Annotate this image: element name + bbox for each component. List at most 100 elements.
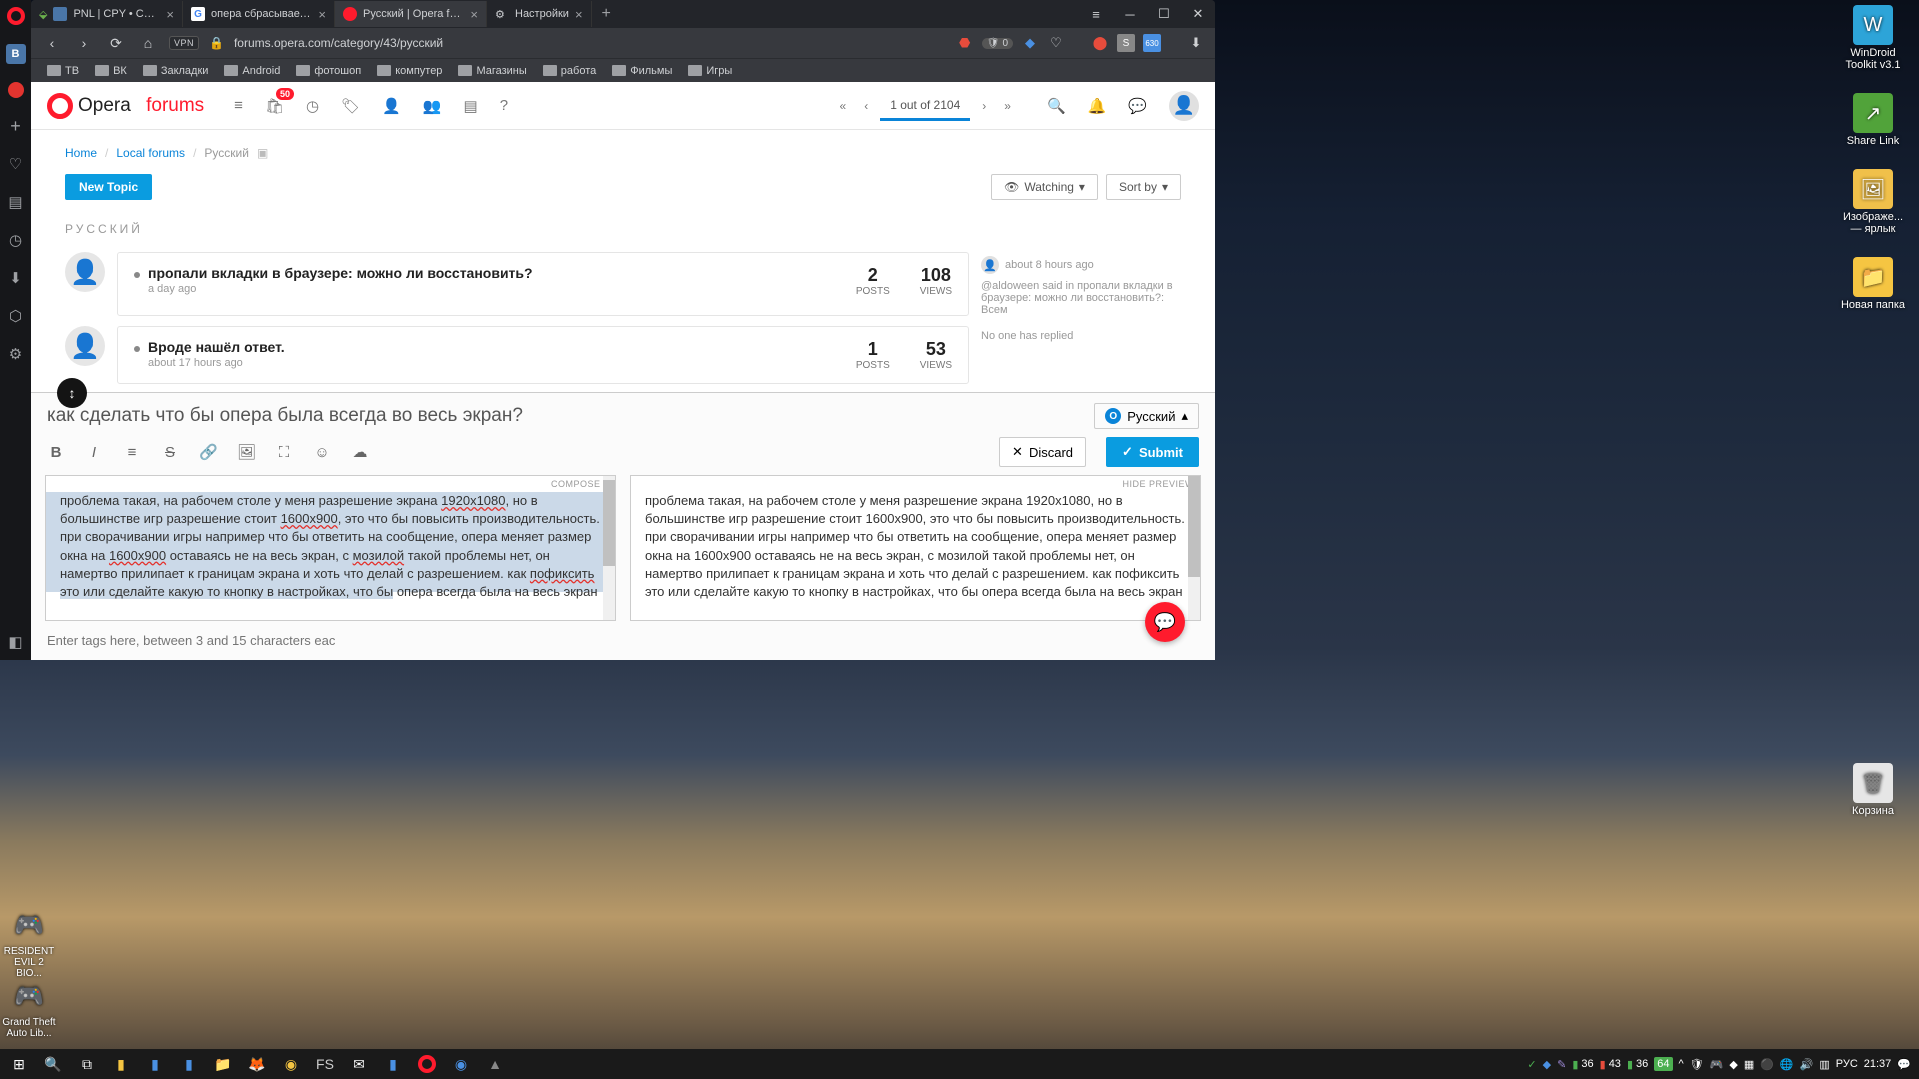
bookmark-item[interactable]: ВК xyxy=(89,63,133,79)
adblock-icon[interactable]: ⬣ xyxy=(956,34,974,52)
mail-icon[interactable]: ✉ xyxy=(342,1049,376,1079)
topic-title[interactable]: Вроде нашёл ответ. xyxy=(134,339,836,355)
ext-icon[interactable]: 630 xyxy=(1143,34,1161,52)
tray-icon[interactable]: ◆ xyxy=(1729,1058,1737,1071)
search-icon[interactable]: 🔍 xyxy=(1047,97,1066,115)
downloads-icon[interactable]: ⬇ xyxy=(6,268,26,288)
image-icon[interactable]: 🖼 xyxy=(237,443,255,461)
watching-dropdown[interactable]: 👁Watching▾ xyxy=(991,174,1098,200)
taskbar-app[interactable]: ◉ xyxy=(444,1049,478,1079)
tray-overflow-icon[interactable]: ^ xyxy=(1679,1058,1684,1070)
desktop-shortcut[interactable]: 🎮Grand Theft Auto Lib... xyxy=(1,976,57,1039)
topic-title[interactable]: пропали вкладки в браузере: можно ли вос… xyxy=(134,265,836,281)
desktop-shortcut[interactable]: 🎮RESIDENT EVIL 2 BIO... xyxy=(1,905,57,979)
close-tab-icon[interactable]: × xyxy=(575,7,583,22)
cpu-temp[interactable]: ▮36 xyxy=(1572,1058,1593,1071)
easy-setup-icon[interactable]: ≡ xyxy=(1079,0,1113,28)
browser-tab-active[interactable]: Русский | Opera forums× xyxy=(335,1,487,27)
scrollbar[interactable] xyxy=(603,476,615,620)
taskbar-app[interactable]: ▮ xyxy=(104,1049,138,1079)
list-icon[interactable]: ≡ xyxy=(123,444,141,461)
notification-dot-icon[interactable] xyxy=(8,82,24,98)
topic-avatar[interactable]: 👤 xyxy=(65,326,105,366)
taskbar-app[interactable]: ▮ xyxy=(172,1049,206,1079)
unread-icon[interactable]: 🛍50 xyxy=(265,97,284,115)
chrome-icon[interactable]: ◉ xyxy=(274,1049,308,1079)
breadcrumb-home[interactable]: Home xyxy=(65,146,97,160)
composer-title-input[interactable] xyxy=(47,405,1082,427)
task-view-button[interactable]: ⧉ xyxy=(70,1049,104,1079)
close-tab-icon[interactable]: × xyxy=(166,7,174,22)
chat-icon[interactable]: 💬 xyxy=(1128,97,1147,115)
help-icon[interactable]: ? xyxy=(500,97,508,114)
expand-icon[interactable]: ⛶ xyxy=(275,444,293,461)
news-icon[interactable]: ▤ xyxy=(6,192,26,212)
extensions-icon[interactable]: ⬡ xyxy=(6,306,26,326)
taskbar-app[interactable]: ▮ xyxy=(376,1049,410,1079)
upload-icon[interactable]: ☁ xyxy=(351,443,369,461)
network-icon[interactable]: 🌐 xyxy=(1780,1058,1794,1071)
minimize-button[interactable]: ─ xyxy=(1113,0,1147,28)
lock-icon[interactable]: 🔒 xyxy=(209,36,224,50)
compose-textarea[interactable]: проблема такая, на рабочем столе у меня … xyxy=(46,492,615,620)
forward-button[interactable]: › xyxy=(73,32,95,54)
bell-icon[interactable]: 🔔 xyxy=(1088,97,1107,115)
bookmark-item[interactable]: Android xyxy=(218,63,286,79)
blocked-count[interactable]: 🛡 0 xyxy=(982,38,1013,49)
search-button[interactable]: 🔍 xyxy=(36,1049,70,1079)
home-button[interactable]: ⌂ xyxy=(137,32,159,54)
page-last-icon[interactable]: » xyxy=(998,95,1017,117)
desktop-shortcut[interactable]: ↗Share Link xyxy=(1837,93,1909,147)
recent-icon[interactable]: ◷ xyxy=(306,97,319,115)
start-button[interactable]: ⊞ xyxy=(2,1049,36,1079)
submit-button[interactable]: ✓Submit xyxy=(1106,437,1199,467)
back-button[interactable]: ‹ xyxy=(41,32,63,54)
new-topic-button[interactable]: New Topic xyxy=(65,174,152,200)
link-icon[interactable]: 🔗 xyxy=(199,443,217,461)
tray-icon[interactable]: ◆ xyxy=(1543,1058,1551,1071)
groups-icon[interactable]: 👥 xyxy=(423,97,442,115)
recycle-bin[interactable]: 🗑Корзина xyxy=(1837,763,1909,817)
bookmark-item[interactable]: работа xyxy=(537,63,602,79)
emoji-icon[interactable]: ☺ xyxy=(313,444,331,461)
composer-resize-handle[interactable]: ↕ xyxy=(57,378,87,408)
volume-icon[interactable]: 🔊 xyxy=(1800,1058,1814,1071)
chat-fab[interactable]: 💬 xyxy=(1145,602,1185,642)
settings-icon[interactable]: ⚙ xyxy=(6,344,26,364)
bookmark-item[interactable]: фотошоп xyxy=(290,63,367,79)
maximize-button[interactable]: ☐ xyxy=(1147,0,1181,28)
breadcrumb-local[interactable]: Local forums xyxy=(116,146,185,160)
firefox-icon[interactable]: 🦊 xyxy=(240,1049,274,1079)
close-tab-icon[interactable]: × xyxy=(470,7,478,22)
history-icon[interactable]: ◷ xyxy=(6,230,26,250)
vk-sidebar-icon[interactable]: B xyxy=(6,44,26,64)
book-icon[interactable]: ▤ xyxy=(464,97,478,115)
heart-icon[interactable]: ♡ xyxy=(1047,34,1065,52)
ext-icon[interactable]: ⬤ xyxy=(1091,34,1109,52)
tray-icon[interactable]: ✓ xyxy=(1527,1058,1536,1071)
ext-icon[interactable]: S xyxy=(1117,34,1135,52)
opera-taskbar-icon[interactable] xyxy=(410,1049,444,1079)
tray-icon[interactable]: ✎ xyxy=(1557,1058,1566,1071)
tray-icon[interactable]: 🎮 xyxy=(1710,1058,1724,1071)
sidebar-toggle-icon[interactable]: ◧ xyxy=(6,632,26,652)
composer-category-dropdown[interactable]: OРусский▴ xyxy=(1094,403,1199,429)
scrollbar[interactable] xyxy=(1188,476,1200,620)
topic-avatar[interactable]: 👤 xyxy=(65,252,105,292)
language-indicator[interactable]: РУС xyxy=(1836,1058,1858,1070)
heart-icon[interactable]: ♡ xyxy=(6,154,26,174)
downloads-icon[interactable]: ⬇ xyxy=(1187,34,1205,52)
menu-icon[interactable]: ≡ xyxy=(234,97,243,114)
bookmark-item[interactable]: Магазины xyxy=(452,63,532,79)
bookmark-item[interactable]: Закладки xyxy=(137,63,215,79)
discard-button[interactable]: ✕Discard xyxy=(999,437,1086,467)
rss-icon[interactable]: ▣ xyxy=(257,146,268,160)
browser-tab[interactable]: Gопера сбрасывает разме...× xyxy=(183,1,335,27)
taskbar-app[interactable]: ▮ xyxy=(138,1049,172,1079)
reload-button[interactable]: ⟳ xyxy=(105,32,127,54)
new-tab-button[interactable]: + xyxy=(592,1,621,27)
url-input[interactable] xyxy=(234,36,946,50)
bookmark-item[interactable]: компутер xyxy=(371,63,448,79)
page-count[interactable]: 1 out of 2104 xyxy=(880,90,970,121)
desktop-shortcut[interactable]: WWinDroid Toolkit v3.1 xyxy=(1837,5,1909,71)
